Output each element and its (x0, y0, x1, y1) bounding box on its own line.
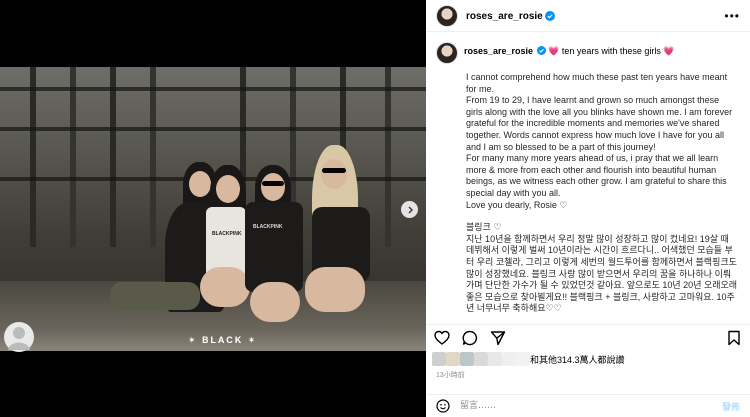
caption-section: roses_are_rosie 💗 ten years with these g… (426, 34, 750, 324)
caption-paragraph: I cannot comprehend how much these past … (466, 72, 730, 94)
caption-paragraph: Love you dearly, Rosie ♡ (466, 199, 568, 210)
person-face (261, 173, 285, 201)
person-legs (250, 282, 300, 322)
pink-heart-emoji: 💗 (663, 46, 675, 56)
scaffold-pole (30, 67, 36, 247)
liker-avatar[interactable] (488, 352, 502, 366)
scaffold-pole (385, 67, 391, 247)
person-legs (200, 267, 250, 307)
heart-icon[interactable] (434, 330, 450, 346)
liker-avatar[interactable] (474, 352, 488, 366)
post-header: roses_are_rosie ••• (426, 0, 750, 32)
share-icon[interactable] (490, 330, 506, 346)
liker-avatar[interactable] (446, 352, 460, 366)
viewer-avatar (4, 322, 34, 352)
person-legs (110, 282, 200, 310)
likes-row: 和其他314.3萬人都說讚 (426, 350, 750, 368)
user-silhouette-icon (8, 327, 30, 350)
person-face (189, 171, 211, 197)
sunglasses (262, 181, 284, 186)
author-avatar[interactable] (436, 5, 458, 27)
verified-badge-icon (545, 11, 555, 21)
person-legs (305, 267, 365, 312)
liker-avatar[interactable] (460, 352, 474, 366)
liker-avatar[interactable] (432, 352, 446, 366)
author-username[interactable]: roses_are_rosie (466, 11, 543, 22)
scaffold-pole (70, 67, 76, 247)
scaffold-pole (110, 67, 116, 247)
caption-paragraph: 지난 10년을 함께하면서 우리 정말 많이 성장하고 많이 컸네요! 19살 … (466, 233, 740, 314)
action-bar (426, 324, 750, 350)
comment-bar: 發佈 (426, 394, 750, 417)
liker-avatar[interactable] (516, 352, 530, 366)
caption-body: I cannot comprehend how much these past … (466, 72, 738, 315)
caption-author-avatar[interactable] (436, 42, 458, 64)
emoji-icon[interactable] (436, 399, 450, 413)
likes-count[interactable]: 和其他314.3萬人都說讚 (530, 353, 625, 366)
caption-username[interactable]: roses_are_rosie (464, 46, 533, 56)
post-timestamp[interactable]: 13小時前 (436, 370, 465, 380)
caption-header: roses_are_rosie 💗 ten years with these g… (464, 46, 675, 57)
sunglasses (322, 168, 346, 173)
more-options-icon[interactable]: ••• (724, 9, 740, 23)
person-face (216, 175, 240, 203)
comment-input[interactable] (460, 398, 690, 414)
carousel-indicator: ✶ 𝐁𝐋𝐀𝐂𝐊 ✶ (188, 335, 258, 345)
shirt-print: BLACKPINK (212, 231, 242, 237)
next-photo-button[interactable] (401, 201, 418, 218)
caption-paragraph: For many many more years ahead of us, i … (466, 153, 730, 198)
post-comment-button[interactable]: 發佈 (722, 400, 740, 413)
shirt-print: BLACKPINK (253, 224, 283, 230)
scaffold-pole (150, 67, 156, 247)
scaffold-rail (0, 127, 426, 131)
verified-badge-icon (536, 46, 546, 55)
media-viewer: BLACKPINK BLACKPINK ✶ 𝐁𝐋𝐀𝐂𝐊 ✶ (0, 0, 426, 417)
bookmark-icon[interactable] (726, 330, 742, 346)
caption-paragraph: From 19 to 29, I have learnt and grown s… (466, 95, 735, 152)
post-detail-panel: roses_are_rosie ••• roses_are_rosie 💗 te… (426, 0, 750, 417)
person-body: BLACKPINK (245, 202, 303, 292)
person-face (321, 159, 347, 189)
scaffold-rail (0, 87, 426, 91)
pink-heart-emoji: 💗 (548, 46, 560, 56)
liker-avatar[interactable] (502, 352, 516, 366)
post-photo: BLACKPINK BLACKPINK (0, 67, 426, 351)
caption-title: ten years with these girls (561, 46, 661, 56)
comment-icon[interactable] (462, 330, 478, 346)
chevron-right-icon (408, 206, 413, 213)
caption-paragraph: 블링크 ♡ (466, 222, 502, 233)
